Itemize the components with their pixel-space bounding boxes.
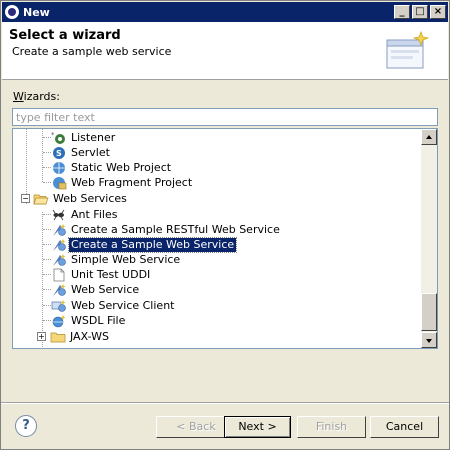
minimize-button[interactable]: _ [394,5,410,19]
wizards-label: Wizards: [13,90,60,103]
new-wizard-dialog: New _ □ × Select a wizard Create a sampl… [0,0,450,450]
servlet-listener-icon: * [51,131,67,145]
web-fragment-icon [51,176,67,190]
tree-item-jax-ws[interactable]: + JAX-WS [37,329,111,344]
tree-item-web-service-client[interactable]: Web Service Client [51,298,176,313]
web-service-wizard-icon [51,253,67,267]
tree-item-servlet[interactable]: S Servlet [51,145,112,160]
document-icon [51,268,67,282]
tree-item-web-services[interactable]: − Web Services [21,191,129,206]
scroll-up-button[interactable] [421,129,437,145]
ant-icon [51,208,67,222]
page-title: Select a wizard [9,28,121,43]
next-button[interactable]: Next > [224,416,291,438]
window-title: New [23,5,50,19]
web-service-wizard-icon [51,223,67,237]
wsdl-icon [51,314,67,328]
wizard-banner-icon [386,31,430,69]
finish-button[interactable]: Finish [297,416,366,438]
expand-icon[interactable]: + [37,332,46,341]
button-bar-separator [1,402,449,404]
tree-item-create-sample-restful-web-service[interactable]: Create a Sample RESTful Web Service [51,222,282,237]
wizard-tree[interactable]: * Listener S Servlet Static Web Project [12,128,438,349]
collapse-icon[interactable]: − [21,194,30,203]
help-button[interactable]: ? [15,415,37,437]
scroll-thumb[interactable] [421,293,437,331]
cancel-button[interactable]: Cancel [370,416,439,438]
svg-text:*: * [51,131,55,139]
maximize-button[interactable]: □ [412,5,428,19]
folder-open-icon [33,192,49,206]
web-service-client-icon [51,299,67,313]
page-subtitle: Create a sample web service [12,45,172,58]
eclipse-icon [5,5,19,19]
tree-item-wsdl-file[interactable]: WSDL File [51,313,127,328]
tree-item-create-sample-web-service[interactable]: Create a Sample Web Service [51,236,238,253]
web-service-wizard-icon [51,283,67,297]
tree-item-static-web-project[interactable]: Static Web Project [51,160,173,175]
svg-text:S: S [56,149,62,158]
tree-item-web-service[interactable]: Web Service [51,282,141,297]
tree-scrollbar[interactable] [421,129,437,348]
tree-item-web-fragment-project[interactable]: Web Fragment Project [51,175,194,190]
tree-item-unit-test-uddi[interactable]: Unit Test UDDI [51,267,152,282]
close-button[interactable]: × [430,5,446,19]
servlet-icon: S [51,146,67,160]
tree-item-simple-web-service[interactable]: Simple Web Service [51,252,182,267]
scroll-down-button[interactable] [421,332,437,348]
title-bar[interactable]: New _ □ × [2,2,448,22]
folder-icon [50,330,66,344]
tree-item-listener[interactable]: * Listener [51,130,117,145]
web-project-icon [51,161,67,175]
filter-input[interactable] [12,108,438,126]
header-banner: Select a wizard Create a sample web serv… [2,22,448,80]
tree-item-ant-files[interactable]: Ant Files [51,207,119,222]
web-service-wizard-icon [51,238,67,252]
